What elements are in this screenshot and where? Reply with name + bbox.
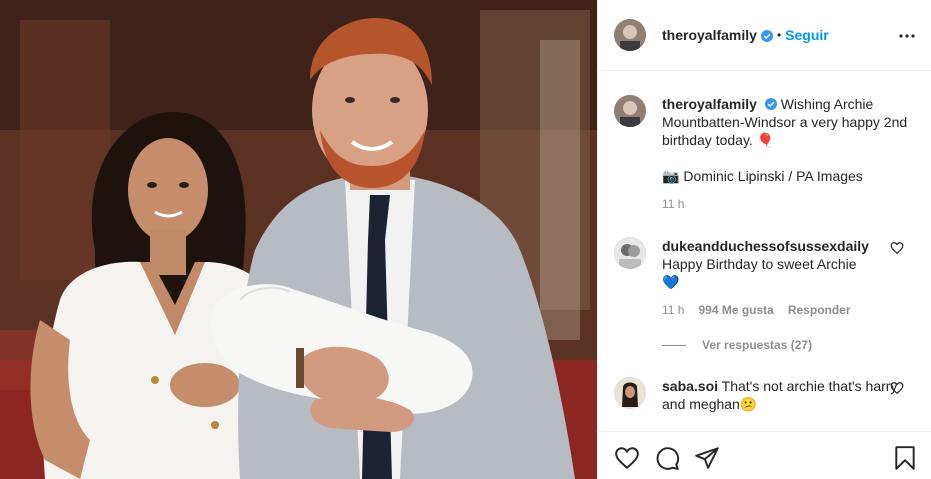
comment-item: dukeandduchessofsussexdaily Happy Birthd…: [614, 237, 914, 317]
like-comment-icon[interactable]: [890, 241, 904, 255]
post-header: theroyalfamily • Seguir: [598, 0, 931, 71]
photo-credit: Dominic Lipinski / PA Images: [683, 168, 863, 184]
blue-heart-emoji: 💙: [662, 274, 680, 290]
comment-text: Happy Birthday to sweet Archie: [662, 256, 857, 272]
avatar[interactable]: [614, 19, 646, 51]
view-replies-label: Ver respuestas (27): [702, 338, 813, 352]
replies-divider: [662, 344, 686, 346]
verified-badge-icon: [760, 29, 773, 42]
post-side-panel: theroyalfamily • Seguir theroyalfamily W…: [597, 0, 931, 479]
like-comment-icon[interactable]: [890, 381, 904, 395]
caption-time[interactable]: 11 h: [662, 197, 684, 211]
follow-button[interactable]: Seguir: [785, 27, 829, 43]
comment-time[interactable]: 11 h: [662, 303, 684, 317]
balloon-emoji: 🎈: [756, 132, 775, 148]
post-username[interactable]: theroyalfamily: [662, 27, 757, 43]
save-icon[interactable]: [892, 445, 918, 471]
reply-button[interactable]: Responder: [788, 303, 851, 317]
comment-username[interactable]: saba.soi: [662, 378, 718, 394]
avatar[interactable]: [614, 237, 646, 269]
comment-icon[interactable]: [654, 445, 680, 471]
separator-dot: •: [776, 28, 782, 42]
caption: theroyalfamily Wishing Archie Mountbatte…: [614, 95, 914, 211]
comment-username[interactable]: dukeandduchessofsussexdaily: [662, 238, 869, 254]
heart-icon[interactable]: [614, 445, 640, 471]
post-photo-illustration: [0, 0, 597, 479]
more-options-icon[interactable]: [898, 27, 916, 45]
verified-badge-icon: [764, 96, 777, 110]
share-icon[interactable]: [694, 445, 720, 471]
avatar[interactable]: [614, 377, 646, 409]
comment-likes[interactable]: 994 Me gusta: [698, 303, 773, 317]
view-replies-button[interactable]: Ver respuestas (27): [662, 338, 812, 352]
post-photo[interactable]: [0, 0, 597, 479]
comment-item: saba.soi That's not archie that's harry …: [614, 377, 914, 413]
avatar[interactable]: [614, 95, 646, 127]
action-bar: [598, 431, 931, 479]
caption-username[interactable]: theroyalfamily: [662, 96, 757, 112]
confused-emoji: 😕: [739, 396, 758, 412]
camera-emoji: 📷: [662, 168, 680, 184]
